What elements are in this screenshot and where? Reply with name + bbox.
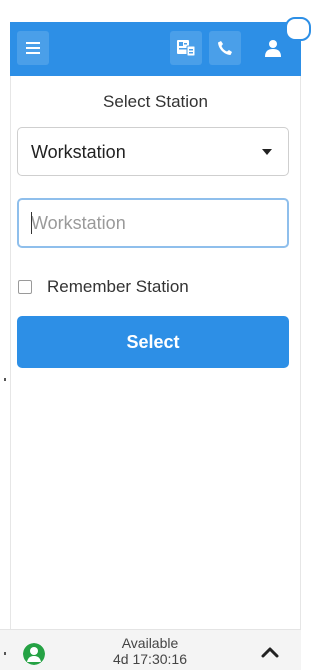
status-info[interactable]: Available 4d 17:30:16 [80,635,220,667]
hamburger-menu-icon [26,42,40,54]
contacts-button[interactable] [170,31,202,65]
text-cursor [31,212,32,234]
notification-badge[interactable] [285,17,311,41]
phone-icon [218,41,232,55]
menu-button[interactable] [17,31,49,65]
user-icon [265,40,281,57]
station-dropdown[interactable]: Workstation [17,127,289,176]
remember-station-checkbox[interactable] [18,280,32,294]
station-name-input[interactable] [17,198,289,248]
station-dropdown-value: Workstation [31,142,126,162]
phone-button[interactable] [209,31,241,65]
contacts-icon [177,40,195,56]
user-button[interactable] [257,31,289,65]
status-bar: Available 4d 17:30:16 [0,629,301,670]
status-label: Available [121,635,179,651]
caret-down-icon [262,149,272,155]
chevron-up-icon[interactable] [260,645,280,659]
status-user-icon[interactable] [23,643,45,665]
station-select-page: Select Station Workstation Remember Stat… [0,0,311,670]
page-title: Select Station [103,92,208,111]
status-duration: 4d 17:30:16 [113,651,187,667]
panel-right-border [300,76,301,656]
select-button[interactable]: Select [17,316,289,368]
panel-left-border [10,76,11,656]
remember-station-row[interactable]: Remember Station [18,276,189,298]
top-toolbar [10,17,311,76]
edge-marker [4,652,6,655]
edge-marker [4,378,6,381]
remember-station-label[interactable]: Remember Station [47,277,189,297]
